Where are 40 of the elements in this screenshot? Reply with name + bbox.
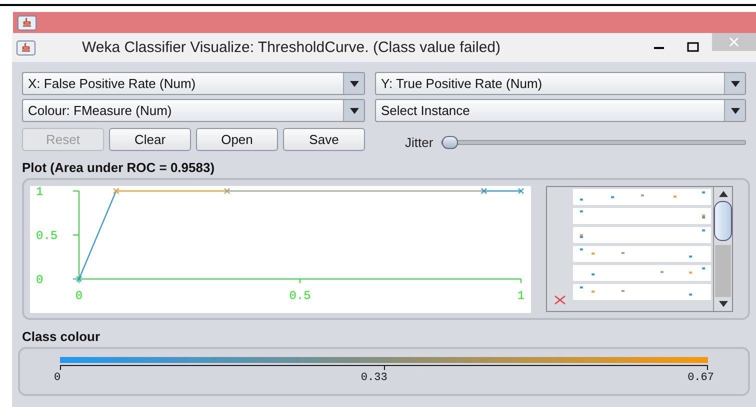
y-tick-label: 0.5 (36, 229, 58, 243)
button[interactable]: Clear (109, 128, 191, 151)
slider-thumb[interactable] (442, 136, 458, 149)
scatter-thumbnail[interactable] (573, 284, 711, 300)
legend-tick-label: 0.33 (360, 372, 388, 384)
scroll-up-arrow-icon[interactable] (718, 191, 728, 197)
panel-title: Plot (Area under ROC = 0.9583) (22, 160, 216, 175)
y-tick-label: 0 (36, 273, 44, 287)
x-tick-label: 0 (75, 289, 83, 303)
y-tick-label: 1 (36, 186, 44, 199)
scroll-down-arrow-icon[interactable] (718, 301, 728, 307)
close-icon (728, 36, 740, 48)
x-tick-label: 0.5 (289, 289, 311, 303)
scatter-thumbnail[interactable] (573, 189, 711, 205)
scatter-thumbnail[interactable] (573, 227, 711, 243)
minimize-icon (654, 46, 664, 48)
jitter-label: Jitter (405, 135, 434, 150)
panel-title: Class colour (22, 329, 102, 344)
cross-icon (554, 295, 566, 305)
button[interactable]: Save (283, 128, 365, 151)
scatter-thumbnail[interactable] (573, 208, 711, 224)
dropdown-arrow-icon (730, 80, 740, 86)
dropdown-arrow-icon (350, 80, 358, 86)
scatter-thumbnail[interactable] (573, 246, 711, 262)
window-title: Weka Classifier Visualize: ThresholdCurve. (Class value failed) (81, 39, 502, 56)
x-tick-label: 1 (517, 289, 525, 303)
scrollbar[interactable] (713, 187, 732, 311)
button[interactable]: Open (196, 128, 278, 151)
legend-tick-label: 0 (54, 372, 61, 384)
dropdown[interactable]: X: False Positive Rate (Num) (22, 72, 365, 95)
dropdown[interactable]: Y: True Positive Rate (Num) (375, 72, 746, 95)
scatter-thumbnail[interactable] (573, 265, 711, 281)
legend-tick-label: 0.67 (688, 372, 714, 384)
dropdown[interactable]: Select Instance (375, 99, 746, 122)
dropdown-arrow-icon (350, 108, 358, 114)
cup-icon (16, 40, 36, 56)
maximize-icon (687, 42, 699, 54)
dropdown-arrow-icon (730, 108, 740, 114)
dropdown[interactable]: Colour: FMeasure (Num) (22, 99, 365, 122)
cup-icon (17, 14, 37, 30)
